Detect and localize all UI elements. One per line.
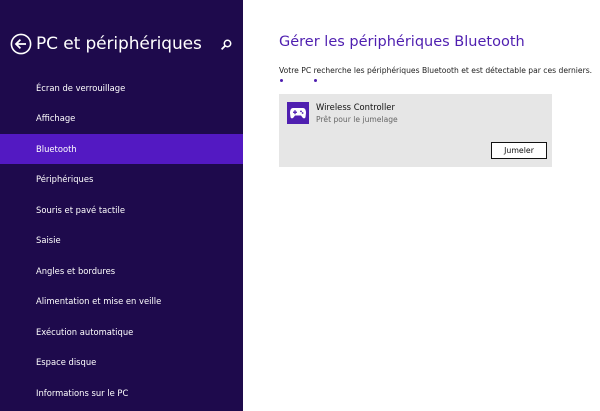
sidebar-item-devices[interactable]: Périphériques — [0, 164, 243, 194]
sidebar-item-display[interactable]: Affichage — [0, 103, 243, 133]
sidebar-item-power-sleep[interactable]: Alimentation et mise en veille — [0, 286, 243, 316]
sidebar-item-pc-info[interactable]: Informations sur le PC — [0, 378, 243, 408]
sidebar-title: PC et périphériques — [36, 34, 202, 54]
sidebar-item-mouse-touchpad[interactable]: Souris et pavé tactile — [0, 195, 243, 225]
progress-dot — [314, 79, 317, 82]
sidebar-item-corners-edges[interactable]: Angles et bordures — [0, 256, 243, 286]
sidebar: PC et périphériques Écran de verrouillag… — [0, 0, 243, 411]
gamepad-icon — [287, 102, 309, 124]
sidebar-header: PC et périphériques — [10, 33, 235, 59]
page-title: Gérer les périphériques Bluetooth — [279, 34, 525, 50]
pair-button[interactable]: Jumeler — [491, 142, 547, 159]
page-description: Votre PC recherche les périphériques Blu… — [279, 66, 593, 75]
device-name: Wireless Controller — [316, 102, 395, 112]
progress-dot — [280, 79, 283, 82]
search-icon[interactable] — [219, 37, 233, 51]
searching-progress-indicator — [279, 79, 599, 83]
sidebar-item-autoplay[interactable]: Exécution automatique — [0, 317, 243, 347]
sidebar-item-typing[interactable]: Saisie — [0, 225, 243, 255]
sidebar-item-disk-space[interactable]: Espace disque — [0, 347, 243, 377]
device-card[interactable]: Wireless Controller Prêt pour le jumelag… — [279, 94, 552, 167]
sidebar-item-bluetooth[interactable]: Bluetooth — [0, 134, 243, 164]
main-content: Gérer les périphériques Bluetooth Votre … — [243, 0, 600, 411]
device-status: Prêt pour le jumelage — [316, 115, 398, 124]
back-arrow-circle-icon[interactable] — [10, 33, 32, 55]
sidebar-item-lock-screen[interactable]: Écran de verrouillage — [0, 73, 243, 103]
